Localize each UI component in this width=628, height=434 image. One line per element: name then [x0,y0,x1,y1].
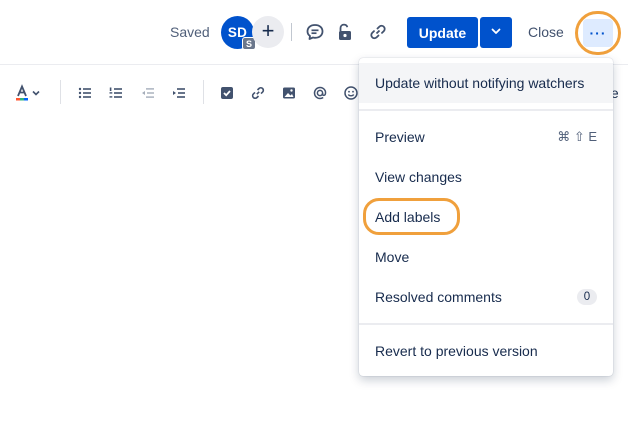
toolbar-separator [203,80,204,104]
count-badge: 0 [577,289,597,305]
emoji-icon[interactable] [342,84,360,102]
numbered-list-icon[interactable] [107,84,125,102]
menu-item-label: Preview [375,129,425,145]
menu-item-preview[interactable]: Preview ⌘ ⇧ E [359,117,613,157]
menu-item-move[interactable]: Move [359,237,613,277]
menu-divider [359,323,613,325]
comment-icon[interactable] [305,22,325,42]
close-button[interactable]: Close [528,24,564,40]
bullet-list-icon[interactable] [76,84,94,102]
menu-item-update-without-notifying[interactable]: Update without notifying watchers [359,63,613,103]
update-options-dropdown[interactable] [480,17,512,48]
save-status: Saved [170,24,210,40]
toolbar-separator [60,80,61,104]
menu-item-label: View changes [375,169,462,185]
menu-item-view-changes[interactable]: View changes [359,157,613,197]
image-icon[interactable] [280,84,298,102]
mention-icon[interactable] [311,84,329,102]
outdent-icon[interactable] [139,84,157,102]
menu-item-label: Revert to previous version [375,343,538,359]
keyboard-shortcut: ⌘ ⇧ E [557,129,597,144]
menu-divider [359,109,613,111]
chevron-down-icon[interactable] [29,84,43,102]
update-button[interactable]: Update [407,17,478,48]
menu-item-label: Update without notifying watchers [375,75,585,91]
menu-item-resolved-comments[interactable]: Resolved comments 0 [359,277,613,317]
header-separator [291,23,292,41]
menu-item-label: Move [375,249,410,265]
task-checkbox-icon[interactable] [218,84,236,102]
chevron-down-icon [490,24,502,42]
link-icon[interactable] [368,22,388,42]
more-actions-button[interactable]: ··· [583,19,613,47]
indent-icon[interactable] [170,84,188,102]
highlight-ring [363,198,460,235]
link-icon[interactable] [249,84,267,102]
menu-item-revert-version[interactable]: Revert to previous version [359,331,613,371]
menu-item-label: Resolved comments [375,289,502,305]
unlock-icon[interactable] [335,22,355,42]
add-collaborator-button[interactable]: + [252,16,284,48]
